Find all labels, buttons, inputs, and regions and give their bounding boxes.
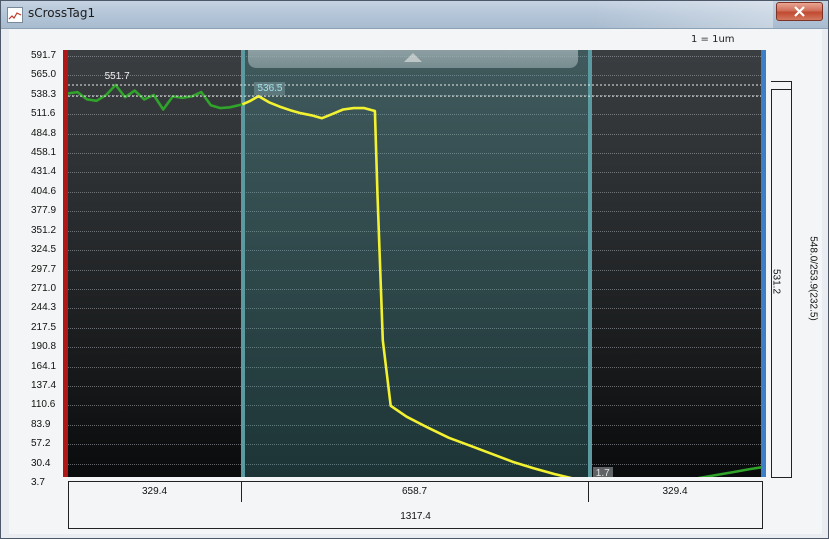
y-tick-label: 404.6 [31, 185, 57, 197]
y-tick-label: 57.2 [31, 438, 51, 450]
y-tick-label: 458.1 [31, 147, 57, 159]
segment-mid-width: 658.7 [401, 486, 428, 497]
y-tick-label: 351.2 [31, 224, 57, 236]
y-tick-label: 591.7 [31, 50, 57, 61]
right-cursor-bar[interactable] [761, 50, 766, 477]
outer-height-label: 548.0/253.9(232.5) [807, 236, 819, 321]
y-tick-label: 83.9 [31, 418, 51, 430]
line-chart [68, 83, 765, 477]
y-tick-label: 431.4 [31, 166, 57, 178]
y-tick-label: 297.7 [31, 263, 57, 275]
close-icon [794, 6, 805, 17]
y-tick-label: 377.9 [31, 205, 57, 217]
y-tick-label: 110.6 [31, 399, 56, 411]
chart-window: sCrossTag1 1 = 1um 591.7 565.0 538.3 511.6 4… [0, 0, 829, 539]
dim-tick [771, 81, 792, 82]
max-mid-label: 536.5 [254, 82, 286, 96]
title-bar[interactable]: sCrossTag1 [1, 1, 828, 29]
dim-tick [771, 477, 792, 478]
series-line-2 [697, 465, 765, 477]
dim-line-total [68, 528, 763, 529]
y-tick-label: 484.8 [31, 127, 57, 139]
segment-right-width: 329.4 [662, 486, 688, 497]
max-left-label: 551.7 [104, 71, 130, 83]
min-right-label: 1.7 [592, 467, 613, 477]
series-line-0 [68, 83, 243, 111]
dim-line-outer [791, 81, 792, 478]
dim-tick [771, 89, 792, 90]
segment-left-width: 329.4 [141, 486, 168, 497]
y-tick-label: 244.3 [31, 302, 57, 314]
left-cursor-bar[interactable] [63, 50, 68, 477]
y-tick-label: 190.8 [31, 341, 57, 353]
dim-line-segments [68, 481, 763, 482]
y-tick-label: 217.5 [31, 321, 57, 333]
plot-area[interactable]: 551.7 536.5 1.7 [68, 50, 765, 477]
y-tick-label: 30.4 [31, 457, 51, 469]
background-window-ghost [593, 1, 773, 28]
y-tick-label: 324.5 [31, 244, 57, 256]
y-tick-label: 511.6 [31, 108, 56, 120]
y-tick-label: 565.0 [31, 69, 57, 81]
scale-label: 1 = 1um [691, 34, 735, 45]
y-tick-label: 164.1 [31, 360, 57, 372]
inner-height-label: 531.2 [770, 268, 782, 295]
series-line-1 [241, 94, 573, 477]
y-tick-label: 271.0 [31, 282, 57, 294]
y-tick-label: 538.3 [31, 88, 57, 100]
y-tick-label: 3.7 [31, 477, 45, 488]
close-button[interactable] [776, 2, 823, 21]
chart-app-icon [7, 7, 23, 23]
y-tick-label: 137.4 [31, 379, 57, 391]
total-width: 1317.4 [400, 511, 431, 522]
window-title: sCrossTag1 [28, 6, 96, 20]
